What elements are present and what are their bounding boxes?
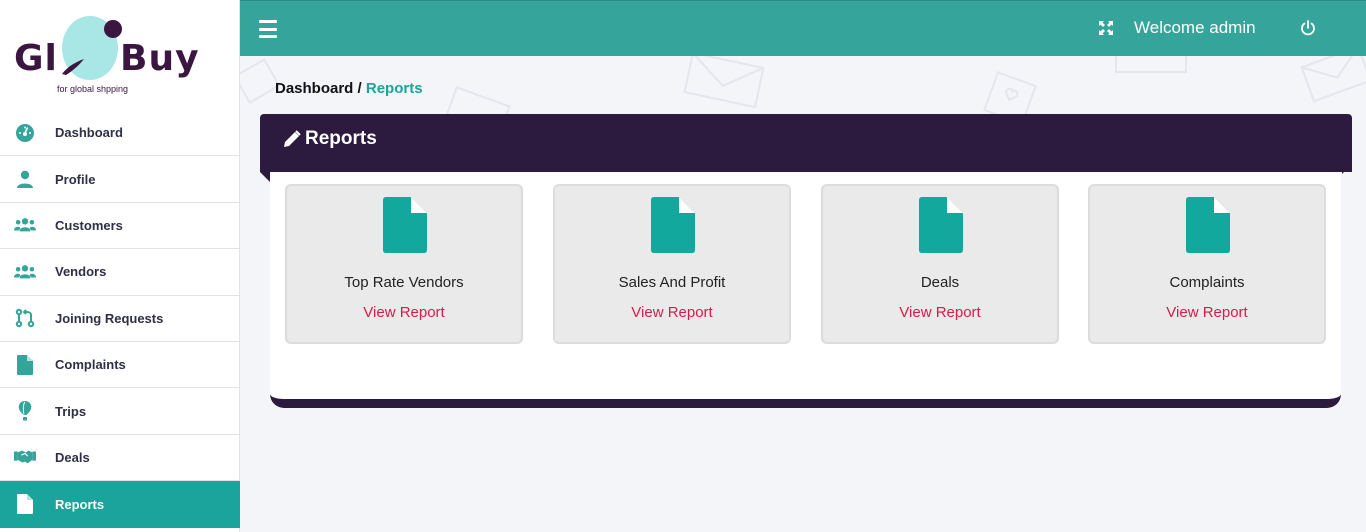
sidebar: Gl Buy for global shpping Dashboard Prof… <box>0 0 240 532</box>
sidebar-item-customers[interactable]: Customers <box>0 203 240 250</box>
user-icon <box>14 168 36 190</box>
file-icon <box>14 493 36 515</box>
sidebar-item-joining-requests[interactable]: Joining Requests <box>0 296 240 342</box>
view-report-link[interactable]: View Report <box>287 304 521 321</box>
sidebar-item-label: Deals <box>55 449 90 465</box>
report-title: Top Rate Vendors <box>344 274 464 291</box>
sidebar-nav: Dashboard Profile Customers Vendors Join… <box>0 110 240 528</box>
handshake-icon <box>14 446 36 468</box>
view-report-link[interactable]: View Report <box>823 304 1057 321</box>
users-icon <box>14 261 36 283</box>
panel-fold-left <box>260 172 270 182</box>
view-report-link[interactable]: View Report <box>555 304 789 321</box>
fullscreen-icon[interactable] <box>1099 21 1113 35</box>
report-title: Complaints <box>1169 274 1245 291</box>
sidebar-item-deals[interactable]: Deals <box>0 435 240 482</box>
pencil-icon <box>284 130 301 147</box>
file-icon <box>14 354 36 376</box>
report-title: Deals <box>920 274 960 291</box>
view-report-link[interactable]: View Report <box>1090 304 1324 321</box>
report-card-sales-and-profit[interactable]: Sales And Profit View Report <box>553 184 791 344</box>
logo-dot <box>104 20 122 38</box>
welcome-text: Welcome admin <box>1134 18 1256 37</box>
breadcrumb-separator: / <box>353 80 366 97</box>
reports-panel-header <box>260 114 1352 182</box>
sidebar-item-label: Joining Requests <box>55 310 164 326</box>
logo[interactable]: Gl Buy for global shpping <box>0 0 239 110</box>
hot-air-balloon-icon <box>14 400 36 422</box>
report-card-top-rate-vendors[interactable]: Top Rate Vendors View Report <box>285 184 523 344</box>
logo-word-left: Gl <box>14 38 58 79</box>
sidebar-item-label: Trips <box>55 403 87 419</box>
sidebar-item-label: Vendors <box>55 264 107 280</box>
sidebar-item-dashboard[interactable]: Dashboard <box>0 110 240 157</box>
sidebar-item-vendors[interactable]: Vendors <box>0 249 240 296</box>
breadcrumb-current: Reports <box>365 80 423 97</box>
breadcrumb: Dashboard / Reports <box>275 80 423 97</box>
dashboard-gauge-icon <box>14 122 36 144</box>
menu-toggle-icon[interactable] <box>259 20 277 38</box>
report-card-deals[interactable]: Deals View Report <box>821 184 1059 344</box>
users-icon <box>14 214 36 236</box>
sidebar-item-label: Profile <box>55 171 96 187</box>
git-pull-request-icon <box>14 307 36 329</box>
report-card-complaints[interactable]: Complaints View Report <box>1088 184 1326 344</box>
logo-word-right: Buy <box>120 38 200 79</box>
document-icon <box>919 197 963 253</box>
document-icon <box>1186 197 1230 253</box>
sidebar-item-complaints[interactable]: Complaints <box>0 342 240 389</box>
sidebar-item-label: Complaints <box>55 357 126 373</box>
power-icon[interactable] <box>1300 20 1316 36</box>
logo-tagline: for global shpping <box>57 84 129 94</box>
document-icon <box>651 197 695 253</box>
sidebar-item-trips[interactable]: Trips <box>0 388 240 435</box>
panel-fold-right <box>1342 164 1352 174</box>
breadcrumb-root[interactable]: Dashboard <box>275 80 353 97</box>
document-icon <box>383 197 427 253</box>
report-title: Sales And Profit <box>618 274 726 291</box>
sidebar-item-label: Dashboard <box>55 125 123 141</box>
sidebar-item-reports[interactable]: Reports <box>0 481 240 528</box>
sidebar-item-label: Reports <box>55 496 105 512</box>
panel-title: Reports <box>283 128 377 150</box>
plane-icon <box>62 59 84 75</box>
top-bar: Welcome admin <box>240 0 1366 56</box>
panel-title-text: Reports <box>305 128 377 149</box>
sidebar-item-profile[interactable]: Profile <box>0 156 240 203</box>
sidebar-item-label: Customers <box>55 217 123 233</box>
